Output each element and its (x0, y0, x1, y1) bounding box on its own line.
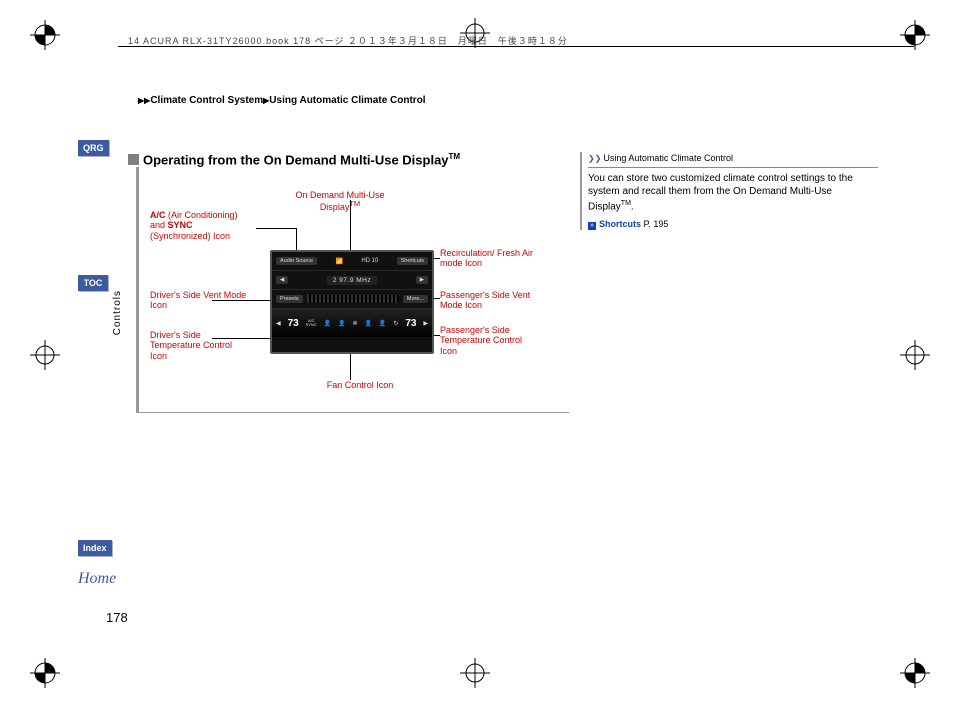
sidebar-note: ❯❯Using Automatic Climate Control You ca… (580, 152, 878, 230)
presets-button[interactable]: Presets (276, 295, 303, 303)
more-button[interactable]: More... (403, 295, 428, 303)
tune-left-button[interactable]: ◀ (276, 276, 288, 284)
figure-title: Operating from the On Demand Multi-Use D… (124, 152, 464, 167)
tune-right-button[interactable]: ▶ (416, 276, 428, 284)
breadcrumb-section-1: Climate Control System (150, 95, 263, 106)
ac-sync-icon[interactable]: A/CSYNC (306, 319, 317, 327)
callout-ac-sync: A/C (Air Conditioning) and SYNC (Synchro… (150, 210, 250, 241)
driver-temp-value: 73 (288, 318, 299, 329)
leader-line (350, 200, 351, 250)
leader-line (212, 300, 270, 301)
section-label: Controls (112, 290, 123, 335)
hd-label: HD 10 (361, 258, 378, 264)
vent-mode-icon[interactable]: 👤 (338, 320, 345, 327)
leader-line (350, 350, 351, 380)
fan-icon[interactable]: ✲ (353, 320, 358, 327)
device-climate-row: ◀ 73 A/CSYNC 👤 👤 ✲ 👤 👤 ↻ 73 ▶ (272, 309, 432, 337)
shortcuts-page-ref: P. 195 (644, 219, 669, 229)
link-arrow-icon: » (588, 222, 596, 230)
leader-line (212, 338, 270, 339)
crop-mark-icon (30, 340, 60, 370)
callout-pass-temp: Passenger's Side Temperature Control Ico… (440, 325, 540, 356)
passenger-temp-value: 73 (405, 318, 416, 329)
crop-mark-icon (460, 658, 490, 688)
temp-left-decrease[interactable]: ◀ (276, 320, 281, 327)
triangle-icon: ▶▶ (138, 96, 150, 105)
square-bullet-icon (128, 154, 139, 165)
recirc-icon[interactable]: ↻ (393, 320, 398, 327)
header-rule (118, 46, 914, 47)
shortcuts-link[interactable]: Shortcuts (599, 219, 641, 229)
temp-right-increase[interactable]: ▶ (423, 320, 428, 327)
device-row-tune: ◀ 2 97.9 MHz ▶ (272, 271, 432, 290)
vent-mode-icon[interactable]: 👤 (324, 320, 331, 327)
callout-odmd-label: On Demand Multi-Use DisplayTM (290, 190, 390, 213)
figure-title-text: Operating from the On Demand Multi-Use D… (143, 152, 449, 167)
callout-driver-temp: Driver's Side Temperature Control Icon (150, 330, 250, 361)
crop-mark-icon (30, 658, 60, 688)
device-row-audio: Audio Source 📶 HD 10 Shortcuts (272, 252, 432, 271)
trademark-sup: TM (449, 152, 461, 161)
broadcast-icon: 📶 (335, 258, 342, 265)
audio-source-button[interactable]: Audio Source (276, 257, 317, 265)
vent-mode-icon[interactable]: 👤 (379, 320, 386, 327)
breadcrumb: ▶▶Climate Control System▶Using Automatic… (138, 95, 426, 106)
sidebar-link-line: »Shortcuts P. 195 (588, 218, 878, 230)
crop-mark-icon (30, 20, 60, 50)
nav-toc-button[interactable]: TOC (78, 275, 108, 291)
nav-qrg-button[interactable]: QRG (78, 140, 109, 156)
crop-mark-icon (900, 340, 930, 370)
sidebar-header: ❯❯Using Automatic Climate Control (588, 152, 878, 168)
device-row-presets: Presets More... (272, 290, 432, 309)
callout-fan: Fan Control Icon (310, 380, 410, 390)
nav-index-button[interactable]: Index (78, 540, 112, 556)
breadcrumb-section-2: Using Automatic Climate Control (269, 95, 425, 106)
chevron-icon: ❯❯ (588, 154, 601, 163)
callout-recirc: Recirculation/ Fresh Air mode Icon (440, 248, 540, 269)
shortcuts-button[interactable]: Shortcuts (397, 257, 428, 265)
preset-bars-icon (307, 295, 399, 303)
odmd-display: Audio Source 📶 HD 10 Shortcuts ◀ 2 97.9 … (270, 250, 434, 354)
nav-home-button[interactable]: Home (78, 570, 116, 588)
frequency-display: 2 97.9 MHz (327, 276, 377, 285)
leader-line (256, 228, 296, 229)
sidebar-body: You can store two customized climate con… (588, 172, 878, 214)
vent-mode-icon[interactable]: 👤 (365, 320, 372, 327)
page-number: 178 (106, 610, 128, 625)
crop-mark-icon (900, 658, 930, 688)
callout-pass-vent: Passenger's Side Vent Mode Icon (440, 290, 540, 311)
